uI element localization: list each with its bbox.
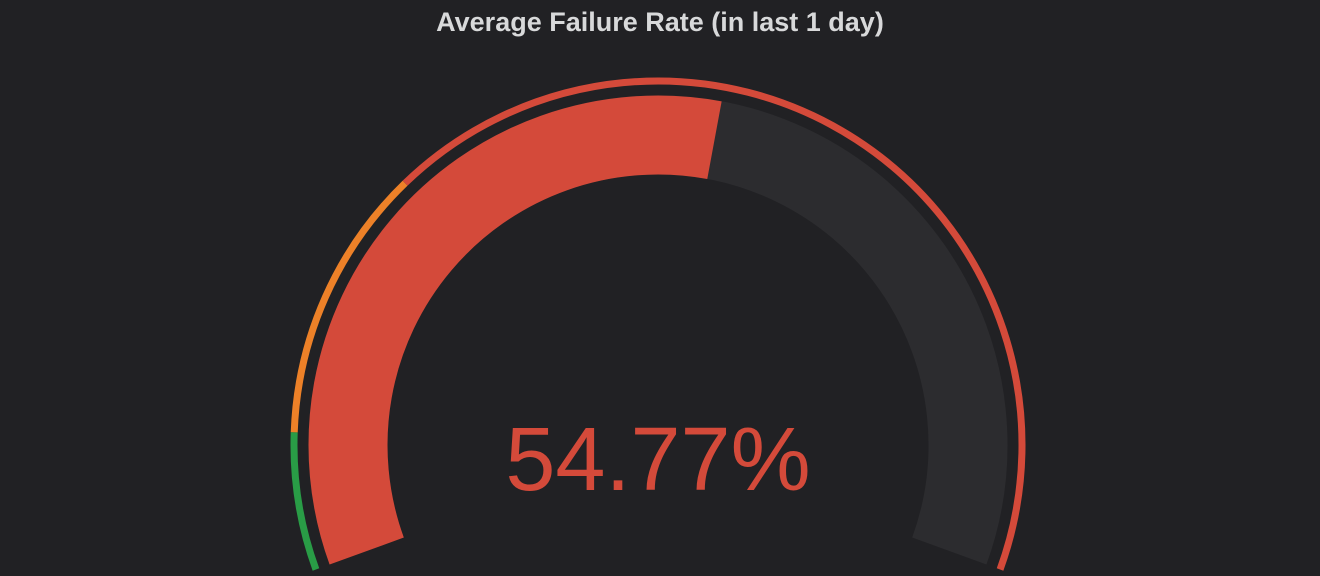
gauge-value-text: 54.77%: [505, 410, 811, 510]
gauge-panel: Average Failure Rate (in last 1 day) 54.…: [0, 0, 1320, 576]
